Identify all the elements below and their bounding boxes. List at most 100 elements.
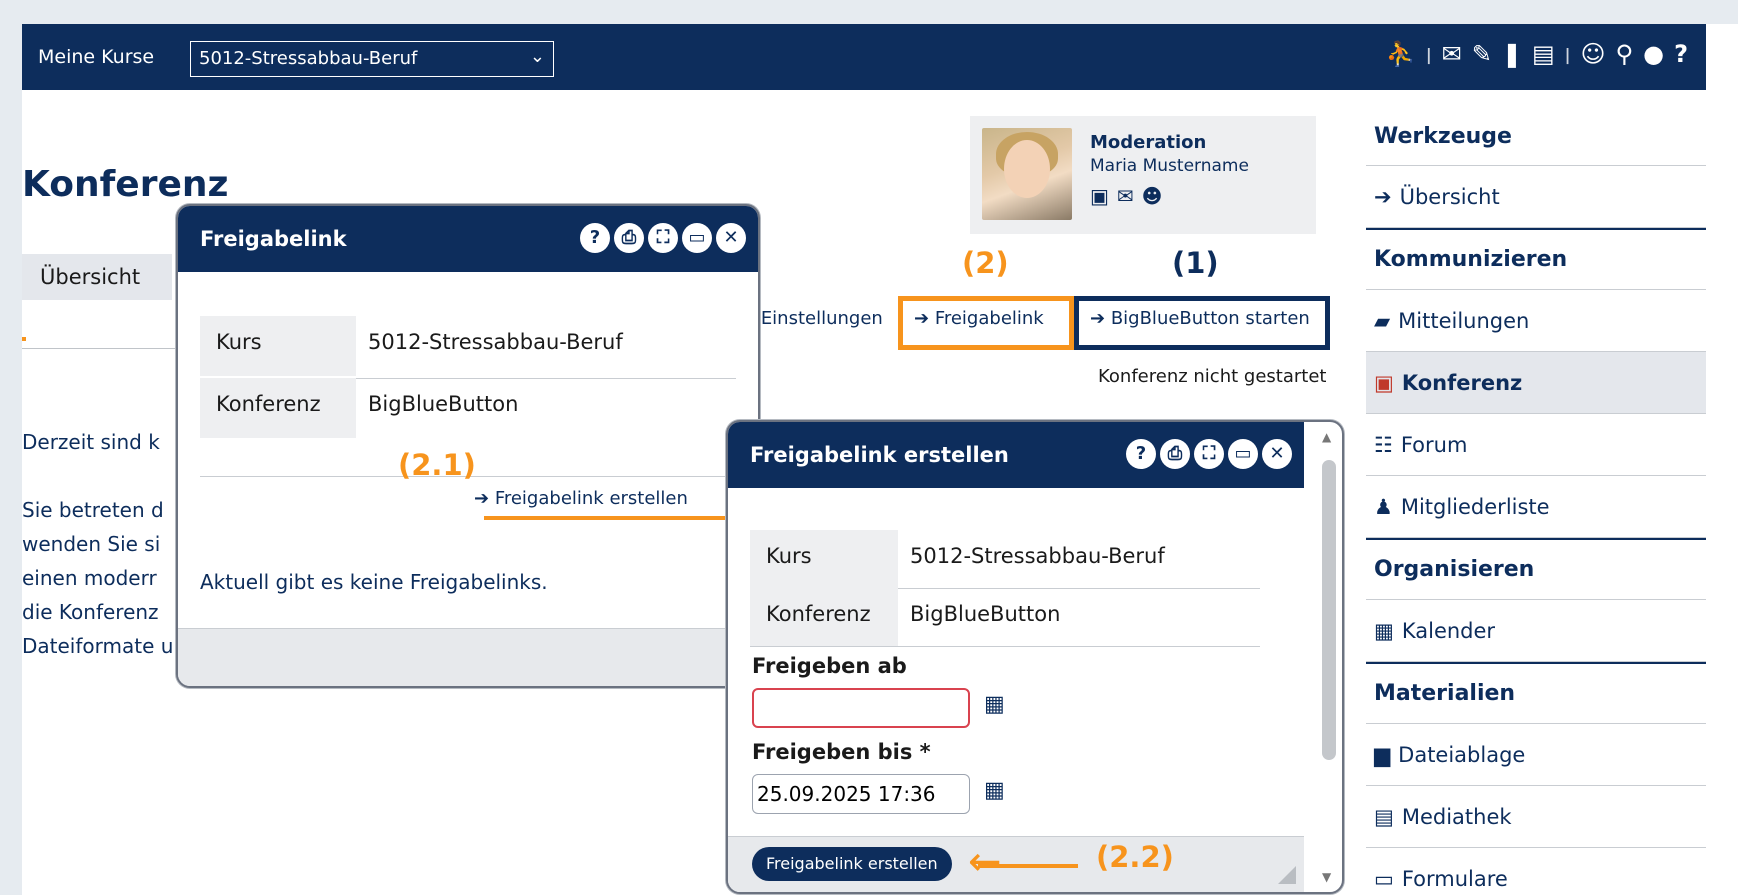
sidebar-item-mitteilungen[interactable]: ▰ Mitteilungen bbox=[1366, 290, 1706, 352]
user-icon[interactable]: ☺ bbox=[1581, 40, 1606, 68]
until-date-input[interactable] bbox=[752, 774, 970, 814]
close-icon[interactable]: ✕ bbox=[1262, 439, 1292, 469]
course-select[interactable]: 5012-Stressabbau-Beruf ⌄ bbox=[190, 41, 554, 77]
chevron-down-icon: ⌄ bbox=[529, 46, 545, 67]
kv-label: Konferenz bbox=[200, 378, 356, 438]
briefcase-icon: ▆ bbox=[1374, 742, 1391, 767]
print-icon[interactable]: ⎙ bbox=[614, 223, 644, 253]
members-icon: ♟ bbox=[1374, 494, 1393, 519]
scrollbar[interactable]: ▲ ▼ bbox=[1318, 430, 1338, 884]
course-select-value: 5012-Stressabbau-Beruf bbox=[199, 48, 418, 69]
dialog-header: Freigabelink ? ⎙ ⛶ ▭ ✕ bbox=[178, 206, 758, 272]
close-icon[interactable]: ✕ bbox=[716, 223, 746, 253]
create-share-link-link[interactable]: ➔ Freigabelink erstellen bbox=[474, 488, 688, 509]
sidebar-item-mitgliederliste[interactable]: ♟ Mitgliederliste bbox=[1366, 476, 1706, 538]
callout-2-2: (2.2) bbox=[1096, 840, 1174, 874]
share-link-dialog: Freigabelink ? ⎙ ⛶ ▭ ✕ Kurs 5012-Stressa… bbox=[176, 204, 760, 688]
sidebar-item-mediathek[interactable]: ▤ Mediathek bbox=[1366, 786, 1706, 848]
callout-1: (1) bbox=[1172, 246, 1219, 280]
help-icon[interactable]: ? bbox=[580, 223, 610, 253]
underline-annotation bbox=[484, 516, 748, 520]
dialog-title: Freigabelink bbox=[200, 227, 347, 251]
separator: | bbox=[1425, 44, 1432, 64]
person-walk-icon[interactable]: ⛹ bbox=[1386, 40, 1416, 68]
envelope-icon[interactable]: ✉ bbox=[1117, 184, 1134, 208]
callout-2-1: (2.1) bbox=[398, 448, 476, 482]
settings-link[interactable]: ➔ Einstellungen bbox=[740, 308, 883, 329]
arrow-left-icon: ← bbox=[968, 839, 1002, 885]
kv-value: BigBlueButton bbox=[368, 392, 519, 416]
page-title: Konferenz bbox=[22, 164, 229, 205]
help-p-icon[interactable]: ● bbox=[1643, 40, 1664, 68]
moderator-name: Maria Mustername bbox=[1090, 156, 1249, 176]
from-label: Freigeben ab bbox=[752, 654, 907, 678]
fullscreen-icon[interactable]: ⛶ bbox=[648, 223, 678, 253]
kv-value: 5012-Stressabbau-Beruf bbox=[910, 544, 1165, 568]
callout-2: (2) bbox=[962, 246, 1009, 280]
body-text-line: Sie betreten d bbox=[22, 498, 164, 522]
scrollbar-thumb[interactable] bbox=[1322, 460, 1336, 760]
resize-handle[interactable] bbox=[1278, 866, 1296, 884]
tab-overview[interactable]: Übersicht bbox=[22, 254, 172, 300]
divider bbox=[750, 646, 1260, 647]
kv-label: Konferenz bbox=[750, 588, 898, 646]
sidebar-heading-materialien: Materialien bbox=[1366, 662, 1706, 724]
separator: | bbox=[1564, 44, 1571, 64]
top-icon-toolbar: ⛹ | ✉ ✎ ❚ ▤ | ☺ ⚲ ● ? bbox=[1386, 40, 1688, 68]
body-text-line: wenden Sie si bbox=[22, 532, 161, 556]
edit-icon[interactable]: ✎ bbox=[1472, 40, 1492, 68]
highlight-start-bbb bbox=[1074, 296, 1330, 350]
smiley-icon[interactable]: ☻ bbox=[1142, 184, 1163, 208]
calendar-icon[interactable]: ▦ bbox=[984, 778, 1005, 803]
fullscreen-icon[interactable]: ⛶ bbox=[1194, 439, 1224, 469]
sidebar-item-kalender[interactable]: ▦ Kalender bbox=[1366, 600, 1706, 662]
dialog-title: Freigabelink erstellen bbox=[750, 443, 1009, 467]
marker bbox=[22, 337, 26, 341]
dialog-footer bbox=[178, 628, 758, 686]
forum-icon: ☷ bbox=[1374, 432, 1393, 457]
conference-icon: ▣ bbox=[1374, 370, 1394, 395]
moderation-card: Moderation Maria Mustername ▣ ✉ ☻ bbox=[970, 116, 1316, 234]
document-icon[interactable]: ▤ bbox=[1532, 40, 1555, 68]
moderation-title: Moderation bbox=[1090, 132, 1207, 153]
calendar-icon: ▦ bbox=[1374, 618, 1394, 643]
kv-value: 5012-Stressabbau-Beruf bbox=[368, 330, 623, 354]
print-icon[interactable]: ⎙ bbox=[1160, 439, 1190, 469]
from-date-input[interactable] bbox=[752, 688, 970, 728]
create-share-link-dialog: Freigabelink erstellen ? ⎙ ⛶ ▭ ✕ ▲ ▼ Kur… bbox=[726, 420, 1344, 894]
window-icon[interactable]: ▭ bbox=[682, 223, 712, 253]
bookmark-icon[interactable]: ❚ bbox=[1502, 40, 1522, 68]
kv-value: BigBlueButton bbox=[910, 602, 1061, 626]
sidebar-item-konferenz[interactable]: ▣ Konferenz bbox=[1366, 352, 1706, 414]
empty-message: Aktuell gibt es keine Freigabelinks. bbox=[200, 570, 548, 594]
calendar-icon[interactable]: ▦ bbox=[984, 692, 1005, 717]
sidebar-item-formulare[interactable]: ▭ Formulare bbox=[1366, 848, 1706, 895]
form-icon: ▭ bbox=[1374, 866, 1394, 891]
moderator-actions: ▣ ✉ ☻ bbox=[1090, 184, 1163, 208]
sidebar-heading-werkzeuge: Werkzeuge bbox=[1366, 108, 1706, 166]
dialog-controls: ? ⎙ ⛶ ▭ ✕ bbox=[580, 223, 746, 253]
highlight-share-link bbox=[898, 296, 1074, 350]
window-icon[interactable]: ▭ bbox=[1228, 439, 1258, 469]
kv-label: Kurs bbox=[750, 530, 898, 588]
arrow-right-icon: ➔ bbox=[1374, 184, 1392, 209]
body-text-line: Derzeit sind k bbox=[22, 430, 160, 454]
body-text-line: einen moderr bbox=[22, 566, 157, 590]
scroll-up-icon[interactable]: ▲ bbox=[1322, 430, 1331, 444]
envelope-icon[interactable]: ✉ bbox=[1442, 40, 1462, 68]
sidebar-item-forum[interactable]: ☷ Forum bbox=[1366, 414, 1706, 476]
help-icon[interactable]: ? bbox=[1126, 439, 1156, 469]
sidebar-item-dateiablage[interactable]: ▆ Dateiablage bbox=[1366, 724, 1706, 786]
scroll-down-icon[interactable]: ▼ bbox=[1322, 870, 1331, 884]
conference-status: Konferenz nicht gestartet bbox=[1098, 366, 1327, 387]
dialog-controls: ? ⎙ ⛶ ▭ ✕ bbox=[1126, 439, 1292, 469]
top-navigation-bar: Meine Kurse 5012-Stressabbau-Beruf ⌄ ⛹ |… bbox=[22, 24, 1706, 90]
body-text-line: die Konferenz bbox=[22, 600, 159, 624]
create-share-link-button[interactable]: Freigabelink erstellen bbox=[752, 847, 952, 881]
avatar bbox=[982, 128, 1072, 220]
vcard-icon[interactable]: ▣ bbox=[1090, 184, 1109, 208]
sidebar-item-uebersicht[interactable]: ➔ Übersicht bbox=[1366, 166, 1706, 228]
question-icon[interactable]: ? bbox=[1674, 40, 1688, 68]
sidebar-heading-organisieren: Organisieren bbox=[1366, 538, 1706, 600]
link-icon[interactable]: ⚲ bbox=[1616, 40, 1634, 68]
